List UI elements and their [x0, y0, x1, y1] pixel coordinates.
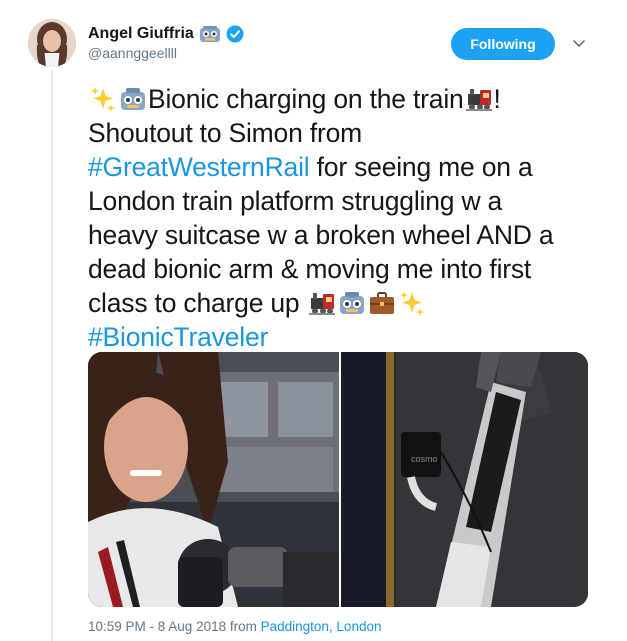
- verified-badge-icon: [226, 25, 244, 43]
- tweet-line-4: London train platform struggling w a: [88, 184, 600, 218]
- tweet-timestamp: 10:59 PM - 8 Aug 2018 from Paddington, L…: [88, 619, 381, 634]
- author-handle[interactable]: @aannggeellll: [88, 45, 177, 61]
- locomotive-emoji-icon: [308, 289, 336, 317]
- tweet-text-line6: dead bionic arm & moving me into first: [88, 254, 532, 284]
- tweet-media: cosmo: [88, 352, 588, 607]
- photo-bionic-arm-art: cosmo: [341, 352, 588, 607]
- sparkles-emoji-icon: [398, 289, 426, 317]
- locomotive-emoji-icon: [465, 85, 493, 113]
- tweet-text-line1: Bionic charging on the train: [148, 84, 464, 114]
- tweet-text: Bionic charging on the train ! Shoutout …: [88, 82, 600, 354]
- location-link[interactable]: Paddington, London: [261, 619, 382, 634]
- robot-emoji-icon: [199, 25, 221, 43]
- briefcase-emoji-icon: [368, 289, 396, 317]
- tweet-line-6: dead bionic arm & moving me into first: [88, 252, 600, 286]
- tweet-line-3: #GreatWesternRail for seeing me on a: [88, 150, 600, 184]
- tweet-text-line5: heavy suitcase w a broken wheel AND a: [88, 220, 554, 250]
- timestamp-date[interactable]: 10:59 PM - 8 Aug 2018 from: [88, 619, 261, 634]
- tweet-line-2: Shoutout to Simon from: [88, 116, 600, 150]
- tweet-text-line4: London train platform struggling w a: [88, 186, 503, 216]
- robot-emoji-icon: [338, 289, 366, 317]
- tweet-line-7: class to charge up: [88, 286, 600, 320]
- tweet-text-line2: Shoutout to Simon from: [88, 118, 362, 148]
- hashtag-bionic-traveler[interactable]: #BionicTraveler: [88, 320, 268, 354]
- chevron-down-icon[interactable]: [570, 34, 588, 52]
- photo-selfie-art: [88, 352, 339, 607]
- display-name[interactable]: Angel Giuffria: [88, 25, 194, 43]
- tweet-line-5: heavy suitcase w a broken wheel AND a: [88, 218, 600, 252]
- photo-bionic-arm[interactable]: cosmo: [341, 352, 588, 607]
- hashtag-great-western-rail[interactable]: #GreatWesternRail: [88, 150, 310, 184]
- tweet-text-line3: for seeing me on a: [309, 152, 533, 182]
- thread-line: [51, 70, 53, 641]
- tweet-text-line7: class to charge up: [88, 288, 307, 318]
- following-button[interactable]: Following: [451, 28, 555, 60]
- robot-emoji-icon: [119, 85, 147, 113]
- photo-selfie[interactable]: [88, 352, 339, 607]
- author-name-row[interactable]: Angel Giuffria: [88, 22, 244, 46]
- tweet-line-8: #BionicTraveler: [88, 320, 600, 354]
- tweet-line-1: Bionic charging on the train !: [88, 82, 600, 116]
- sparkles-emoji-icon: [89, 85, 117, 113]
- profile-avatar[interactable]: [28, 19, 76, 67]
- charger-label: cosmo: [411, 454, 438, 464]
- tweet-text-line1-end: !: [493, 84, 501, 114]
